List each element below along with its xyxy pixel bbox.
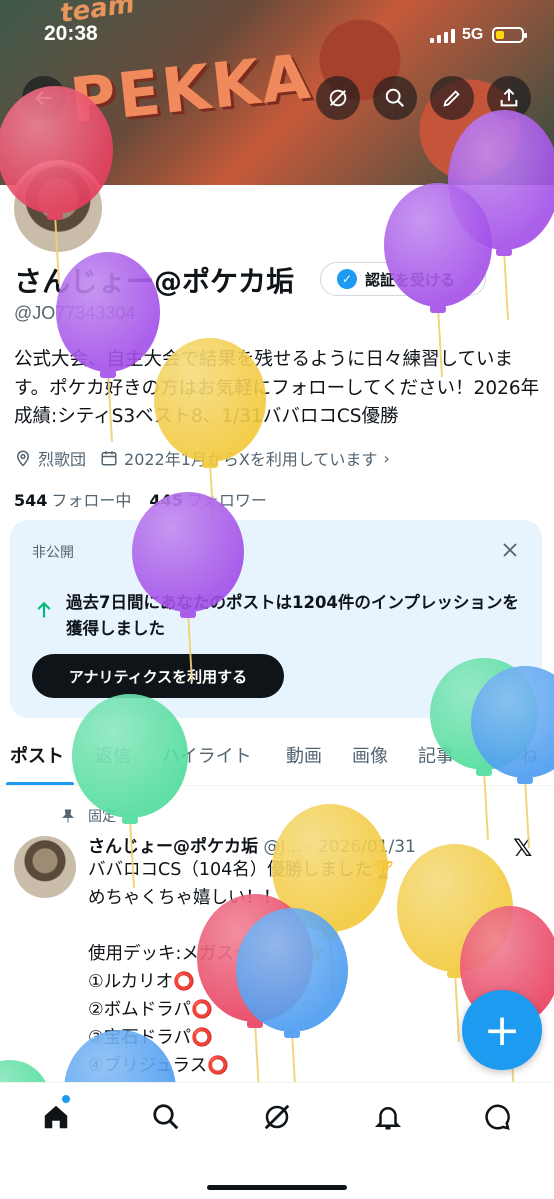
get-verified-button[interactable]: ✓ 認証を受ける [320,262,486,296]
calendar-icon [101,451,117,466]
joined-date-link[interactable]: 2022年1月からXを利用しています › [100,446,390,470]
nav-messages[interactable] [478,1097,518,1137]
close-icon [503,543,517,557]
tab-articles[interactable]: 記事 [418,742,454,768]
profile-location: 烈歌団 [38,450,87,469]
search-icon [385,88,405,108]
tab-likes[interactable]: いいね [484,742,538,768]
compose-button[interactable]: + [462,990,542,1070]
search-icon [153,1104,179,1130]
get-verified-label: 認証を受ける [365,270,456,289]
bell-icon [374,1107,402,1130]
search-button[interactable] [373,76,417,120]
analytics-card: 非公開 過去7日間にあなたのポストは1204件のインプレッションを獲得しました … [10,520,542,718]
verified-badge-icon: ✓ [337,269,357,289]
share-button[interactable] [487,76,531,120]
home-indicator [207,1185,347,1190]
close-button[interactable] [496,536,524,564]
followers-count: 445 [149,491,183,510]
followers-label: フォロワー [186,491,267,510]
following-count: 544 [14,491,48,510]
home-icon [44,1105,68,1129]
analytics-button[interactable]: アナリティクスを利用する [32,654,284,698]
nav-grok[interactable] [257,1097,297,1137]
profile-bio: 公式大会、自主大会で結果を残せるように日々練習しています。ポケカ好きの方はお気軽… [14,349,540,428]
edit-button[interactable] [430,76,474,120]
private-label: 非公開 [32,545,74,561]
following-label: フォロー中 [51,491,132,510]
pinned-indicator: 固定 [60,806,116,826]
back-icon [35,90,52,106]
tab-photos[interactable]: 画像 [352,742,388,768]
nav-notifications[interactable] [368,1097,408,1137]
followers-link[interactable]: 445 フォロワー [149,487,266,511]
pinned-label: 固定 [88,809,116,825]
signal-icon [430,29,456,43]
impressions-text: 過去7日間にあなたのポストは1204件のインプレッションを獲得しました [66,593,519,639]
chevron-right-icon: › [383,448,390,468]
profile-tabs: ポスト 返信 ハイライト 動画 画像 記事 いいね [0,728,554,786]
status-time: 20:38 [44,22,98,45]
share-icon [500,88,518,107]
follow-stats: 544 フォロー中 445 フォロワー [14,487,267,511]
tab-indicator [6,782,74,785]
grok-icon [264,1104,290,1130]
nav-search[interactable] [146,1097,186,1137]
post-header: さんじょー@ポケカ垢 @J... · 2026/01/31 [88,832,480,857]
following-link[interactable]: 544 フォロー中 [14,487,131,511]
nav-home[interactable] [36,1095,76,1137]
tab-replies[interactable]: 返信 [95,742,131,768]
profile-joined: 2022年1月からXを利用しています [124,450,378,469]
avatar[interactable] [10,160,106,256]
profile-name: さんじょー@ポケカ垢 [14,265,295,298]
tab-videos[interactable]: 動画 [286,742,322,768]
profile-meta: 烈歌団 2022年1月からXを利用しています › [14,446,390,470]
grok-icon [329,89,347,107]
post-author[interactable]: さんじょー@ポケカ垢 [88,837,258,857]
back-button[interactable] [22,76,66,120]
edit-icon [443,90,460,107]
battery-icon [492,27,527,43]
grok-button[interactable] [316,76,360,120]
status-bar: 20:38 5G [0,0,554,70]
pin-icon [62,809,74,823]
post-handle-date: @J... · 2026/01/31 [263,837,416,857]
message-icon [485,1104,510,1130]
network-label: 5G [462,26,484,43]
notification-dot [62,1095,70,1103]
tab-posts[interactable]: ポスト [10,742,64,768]
profile-handle: @JO77343304 [14,303,136,323]
post-avatar[interactable] [14,836,76,898]
tab-highlights[interactable]: ハイライト [162,742,252,768]
bottom-nav [0,1082,554,1199]
arrow-up-icon [37,601,51,618]
location-icon [16,450,30,467]
